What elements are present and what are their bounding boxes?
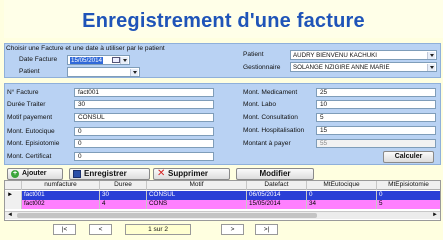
- column-header[interactable]: Datefact: [247, 181, 307, 190]
- row-header-corner: [5, 181, 22, 190]
- patient-select[interactable]: [67, 67, 140, 77]
- grid-header: numfacture Duree Motif Datefact MtEutoci…: [5, 181, 440, 190]
- ajouter-button[interactable]: + Ajouter: [7, 168, 63, 180]
- table-row[interactable]: ► fact001 30 CONSUL 06/05/2014 0 0: [5, 191, 440, 200]
- scroll-left-icon[interactable]: ◄: [7, 212, 13, 219]
- enregistrer-label: Enregistrer: [84, 169, 127, 178]
- consultation-field[interactable]: 5: [316, 113, 436, 122]
- medicament-label: Mont. Medicament: [243, 89, 298, 96]
- scroll-thumb[interactable]: [17, 213, 317, 218]
- pager-last-button[interactable]: >|: [255, 224, 278, 235]
- patient-right-select[interactable]: AUDRY BIENVENU KACHUKI: [290, 50, 437, 60]
- patient-right-value: AUDRY BIENVENU KACHUKI: [293, 52, 378, 59]
- table-cell: 15/05/2014: [247, 200, 307, 209]
- gestionnaire-label: Gestionnaire: [243, 64, 281, 71]
- table-row[interactable]: fact002 4 CONS 15/05/2014 34 5: [5, 200, 440, 209]
- montant-payer-field: 55: [316, 139, 436, 148]
- row-selector[interactable]: [5, 200, 22, 209]
- pager-page-indicator: 1 sur 2: [125, 224, 191, 235]
- hospitalisation-label: Mont. Hospitalisation: [243, 127, 305, 134]
- title-banner: Enregistrement d'une facture: [4, 0, 443, 38]
- table-cell: 06/05/2014: [247, 191, 307, 200]
- chevron-down-icon[interactable]: [427, 64, 435, 71]
- scroll-right-icon[interactable]: ►: [432, 212, 438, 219]
- motif-field[interactable]: CONSUL: [74, 113, 214, 122]
- modifier-button[interactable]: Modifier: [236, 168, 314, 180]
- patient-right-label: Patient: [243, 51, 264, 58]
- gestionnaire-select[interactable]: SOLANGE NZIGIRE ANNE MARIE: [290, 62, 437, 72]
- add-icon: +: [11, 170, 19, 178]
- supprimer-label: Supprimer: [168, 169, 209, 178]
- pager-next-button[interactable]: >: [221, 224, 244, 235]
- ajouter-label: Ajouter: [22, 170, 47, 177]
- page-title: Enregistrement d'une facture: [82, 10, 365, 32]
- labo-field[interactable]: 10: [316, 100, 436, 109]
- chevron-down-icon[interactable]: [120, 57, 128, 64]
- calculer-button[interactable]: Calculer: [383, 151, 434, 163]
- column-header[interactable]: Motif: [147, 181, 247, 190]
- date-facture-value: 15/05/2014: [70, 57, 103, 64]
- table-cell: 0: [379, 191, 383, 198]
- delete-icon: ✕: [157, 168, 166, 179]
- medicament-field[interactable]: 25: [316, 88, 436, 97]
- enregistrer-button[interactable]: Enregistrer: [69, 168, 150, 180]
- motif-label: Motif payement: [7, 114, 53, 121]
- labo-label: Mont. Labo: [243, 101, 276, 108]
- episiotomie-label: Mont. Episiotomie: [7, 140, 60, 147]
- row-selector[interactable]: ►: [5, 191, 22, 200]
- table-cell: fact002: [22, 200, 100, 209]
- table-cell: 0: [307, 191, 377, 200]
- gestionnaire-value: SOLANGE NZIGIRE ANNE MARIE: [293, 64, 390, 71]
- table-cell: 30: [100, 191, 147, 200]
- duree-field[interactable]: 30: [74, 100, 214, 109]
- episiotomie-field[interactable]: 0: [74, 139, 214, 148]
- chevron-down-icon[interactable]: [427, 52, 435, 59]
- certificat-label: Mont. Certificat: [7, 153, 52, 160]
- calendar-icon[interactable]: [112, 57, 120, 63]
- table-cell: CONS: [147, 200, 247, 209]
- filter-hint: Choisir une Facture et une date à utilis…: [6, 45, 165, 52]
- date-facture-label: Date Facture: [19, 56, 58, 63]
- eutocique-field[interactable]: 0: [74, 127, 214, 136]
- table-cell: fact001: [22, 191, 100, 200]
- table-cell: CONSUL: [147, 191, 247, 200]
- horizontal-scrollbar[interactable]: ◄ ►: [5, 211, 440, 219]
- consultation-label: Mont. Consultation: [243, 114, 298, 121]
- chevron-down-icon[interactable]: [130, 69, 138, 76]
- save-icon: [73, 170, 81, 178]
- pager-first-button[interactable]: |<: [53, 224, 76, 235]
- patient-label: Patient: [19, 68, 40, 75]
- data-grid: numfacture Duree Motif Datefact MtEutoci…: [4, 180, 441, 221]
- hospitalisation-field[interactable]: 15: [316, 126, 436, 135]
- eutocique-label: Mont. Eutocique: [7, 128, 55, 135]
- column-header[interactable]: Duree: [100, 181, 147, 190]
- column-header[interactable]: MtEutocique: [307, 181, 377, 190]
- certificat-field[interactable]: 0: [74, 152, 214, 161]
- montant-payer-label: Montant à payer: [243, 140, 291, 147]
- table-cell: 4: [100, 200, 147, 209]
- pager-prev-button[interactable]: <: [89, 224, 112, 235]
- duree-label: Durée Traiter: [7, 101, 46, 108]
- column-header[interactable]: numfacture: [22, 181, 100, 190]
- column-header[interactable]: MtEpisiotomie: [377, 181, 440, 190]
- facture-field[interactable]: fact001: [74, 88, 214, 97]
- supprimer-button[interactable]: ✕ Supprimer: [153, 168, 230, 180]
- table-cell: 5: [379, 200, 383, 207]
- table-cell: 34: [307, 200, 377, 209]
- date-facture-picker[interactable]: 15/05/2014: [67, 55, 130, 65]
- facture-label: N° Facture: [7, 89, 39, 96]
